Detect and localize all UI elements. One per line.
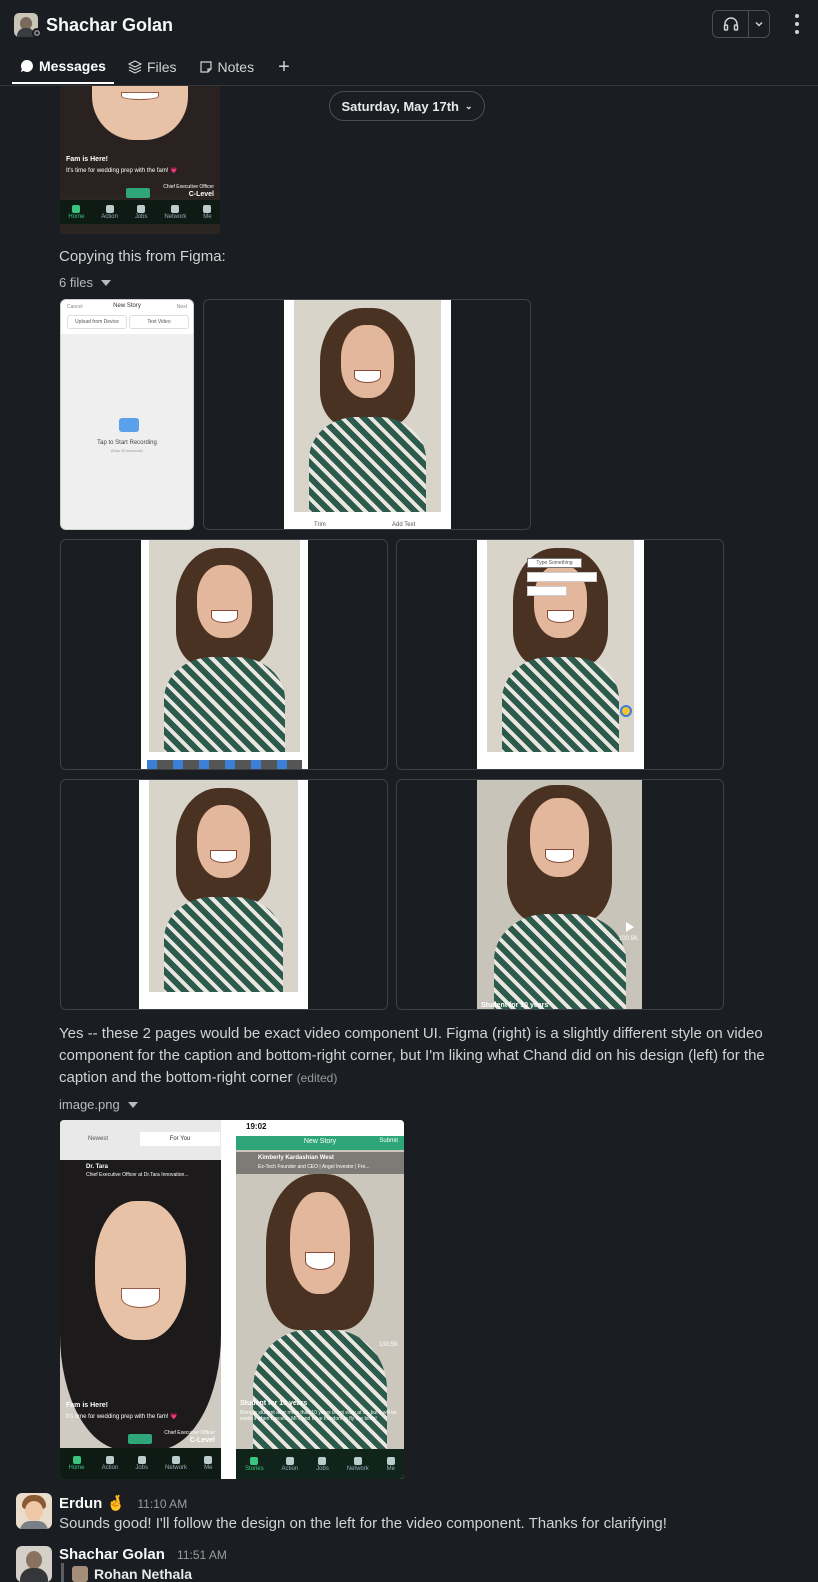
edited-label: (edited): [296, 1071, 338, 1085]
chevron-down-icon: ⌄: [464, 100, 473, 111]
files-toggle[interactable]: 6 files: [59, 275, 111, 290]
avatar[interactable]: [16, 1546, 52, 1582]
avatar[interactable]: [16, 1493, 52, 1529]
caret-down-icon: [127, 1101, 138, 1108]
channel-header: Shachar Golan: [0, 0, 818, 50]
emoji-status: 🤞: [106, 1495, 126, 1512]
tab-notes[interactable]: Notes: [191, 50, 263, 84]
text-style-toolbar: [527, 572, 597, 582]
video-camera-icon: [119, 418, 139, 432]
message-text: Copying this from Figma:: [59, 248, 226, 265]
quoted-message[interactable]: Rohan Nethala: [61, 1563, 192, 1582]
tab-bar: Messages Files Notes +: [0, 50, 300, 86]
conversation-title[interactable]: Shachar Golan: [46, 15, 173, 36]
file-thumbnail[interactable]: [60, 539, 388, 770]
sticker-icon: [620, 705, 632, 717]
more-options-icon[interactable]: [794, 14, 800, 34]
tab-messages[interactable]: Messages: [12, 50, 114, 84]
message-text: Yes -- these 2 pages would be exact vide…: [59, 1025, 765, 1086]
headphones-icon[interactable]: [713, 11, 749, 37]
play-icon: [626, 922, 634, 932]
file-thumbnail[interactable]: Trim Add Text: [203, 299, 531, 530]
message-sender[interactable]: Shachar Golan 11:51 AM: [59, 1546, 227, 1563]
message-timestamp[interactable]: 11:51 AM: [177, 1548, 227, 1562]
add-tab-button[interactable]: +: [268, 50, 300, 84]
upload-button: Upload from Device: [67, 315, 127, 329]
message-icon: [20, 60, 33, 72]
attached-image[interactable]: Fam is Here! It's time for wedding prep …: [60, 86, 220, 234]
bottom-nav: Stories Action Jobs Network Me: [236, 1449, 404, 1479]
file-thumbnail[interactable]: Type Something: [396, 539, 724, 770]
chevron-down-icon[interactable]: [749, 11, 769, 37]
date-divider[interactable]: Saturday, May 17th ⌄: [329, 91, 485, 121]
file-thumbnail[interactable]: [60, 779, 388, 1010]
file-toggle[interactable]: image.png: [59, 1097, 138, 1112]
file-thumbnail[interactable]: Cancel New Story Next Upload from Device…: [60, 299, 194, 530]
file-thumbnail[interactable]: Student for 10 years 100.5K: [396, 779, 724, 1010]
bottom-nav: Home Action Jobs Network Me: [60, 200, 220, 224]
avatar: [72, 1566, 88, 1582]
comparison-image[interactable]: Newest For You Dr. Tara Chief Executive …: [60, 1120, 404, 1479]
huddle-button[interactable]: [712, 10, 770, 38]
trim-timeline: [147, 760, 302, 769]
font-toolbar: [527, 586, 567, 596]
video-icon: [126, 188, 150, 198]
presence-status-icon: [32, 28, 42, 38]
message-text: Sounds good! I'll follow the design on t…: [59, 1515, 667, 1532]
layers-icon: [127, 60, 142, 74]
video-icon: [128, 1434, 152, 1444]
message-timestamp[interactable]: 11:10 AM: [137, 1497, 187, 1511]
note-icon: [199, 61, 212, 73]
message-sender[interactable]: Erdun 🤞 11:10 AM: [59, 1494, 187, 1512]
bottom-nav: Home Action Jobs Network Me: [60, 1448, 221, 1479]
caret-down-icon: [100, 279, 111, 286]
tab-files[interactable]: Files: [120, 50, 185, 84]
text-video-button: Text Video: [129, 315, 189, 329]
